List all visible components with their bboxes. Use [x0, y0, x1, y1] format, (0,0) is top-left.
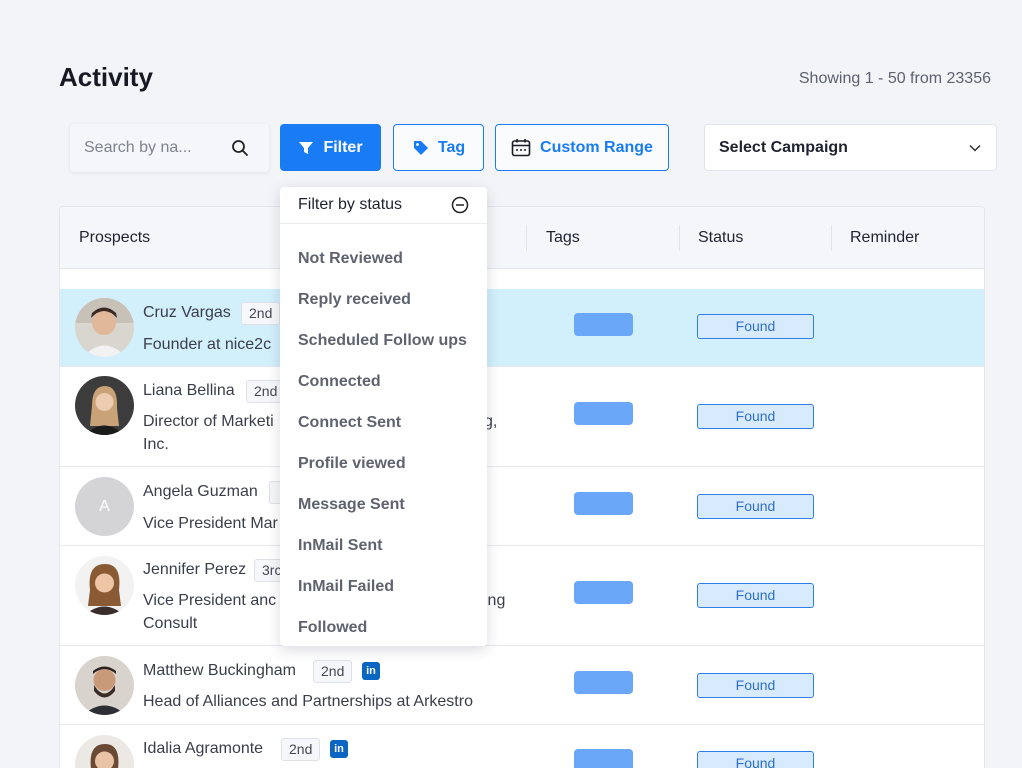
table-header: Prospects Tags Status Reminder — [60, 207, 984, 269]
custom-range-label: Custom Range — [540, 138, 653, 156]
connection-degree-badge: 2nd — [241, 302, 281, 325]
dropdown-header: Filter by status — [280, 187, 487, 224]
connection-degree-badge: 3rc — [254, 559, 282, 582]
filter-button[interactable]: Filter — [280, 124, 381, 171]
filter-button-label: Filter — [323, 138, 363, 156]
pagination-summary: Showing 1 - 50 from 23356 — [798, 70, 991, 87]
status-badge: Found — [697, 494, 814, 519]
table-row[interactable]: Liana Bellina 2nd Director of Marketi In… — [60, 367, 984, 467]
tag-pill[interactable] — [574, 402, 633, 425]
prospect-name[interactable]: Cruz Vargas — [143, 304, 231, 322]
status-badge: Found — [697, 314, 814, 339]
status-badge: Found — [697, 583, 814, 608]
campaign-select-label: Select Campaign — [719, 138, 848, 156]
column-header-reminder[interactable]: Reminder — [850, 229, 919, 247]
connection-degree-badge: 2nd — [313, 660, 353, 683]
prospect-title-overflow: ing — [484, 592, 506, 609]
table-row[interactable]: Idalia Agramonte 2nd in Found — [60, 725, 984, 768]
avatar — [75, 656, 134, 715]
filter-option-connected[interactable]: Connected — [298, 373, 381, 391]
chevron-down-icon — [969, 144, 981, 152]
campaign-select[interactable]: Select Campaign — [704, 124, 997, 171]
prospect-name[interactable]: Matthew Buckingham — [143, 662, 296, 680]
search-input[interactable] — [84, 139, 224, 157]
status-badge: Found — [697, 751, 814, 768]
filter-option-inmail-failed[interactable]: InMail Failed — [298, 578, 394, 596]
avatar — [75, 376, 134, 435]
prospect-title: Director of Marketi — [143, 413, 274, 430]
filter-option-not-reviewed[interactable]: Not Reviewed — [298, 250, 403, 268]
prospect-title-line-2: Inc. — [143, 436, 169, 453]
tag-pill[interactable] — [574, 492, 633, 515]
filter-option-scheduled-follow-ups[interactable]: Scheduled Follow ups — [298, 332, 467, 350]
filter-option-reply-received[interactable]: Reply received — [298, 291, 411, 309]
custom-range-button[interactable]: Custom Range — [495, 124, 669, 171]
filter-option-profile-viewed[interactable]: Profile viewed — [298, 455, 406, 473]
prospect-name[interactable]: Idalia Agramonte — [143, 740, 263, 758]
prospect-title: Head of Alliances and Partnerships at Ar… — [143, 693, 473, 710]
column-header-status[interactable]: Status — [698, 229, 743, 247]
connection-degree-badge: 2nd — [281, 738, 321, 761]
status-badge: Found — [697, 404, 814, 429]
avatar — [75, 556, 134, 615]
filter-status-dropdown: Filter by status Not Reviewed Reply rece… — [280, 187, 487, 646]
search-box[interactable] — [70, 124, 269, 172]
table-row[interactable]: A Angela Guzman Vice President Mar Found — [60, 467, 984, 546]
column-header-tags[interactable]: Tags — [546, 229, 580, 247]
prospect-title-line-2: Consult — [143, 615, 198, 632]
prospect-title: Vice President anc — [143, 592, 277, 609]
tag-button-label: Tag — [437, 138, 466, 156]
prospect-name[interactable]: Jennifer Perez — [143, 561, 246, 579]
column-header-prospects[interactable]: Prospects — [79, 229, 150, 247]
prospect-name[interactable]: Angela Guzman — [143, 483, 258, 501]
prospect-title: Vice President Mar — [143, 515, 278, 532]
tag-pill[interactable] — [574, 749, 633, 768]
table-row[interactable]: Cruz Vargas 2nd Founder at nice2c Found — [60, 289, 984, 367]
activity-table: Prospects Tags Status Reminder Cruz Varg… — [59, 206, 985, 768]
tag-pill[interactable] — [574, 581, 633, 604]
column-divider — [831, 225, 832, 251]
filter-option-connect-sent[interactable]: Connect Sent — [298, 414, 401, 432]
filter-option-followed[interactable]: Followed — [298, 619, 367, 637]
status-badge: Found — [697, 673, 814, 698]
filter-option-message-sent[interactable]: Message Sent — [298, 496, 405, 514]
prospect-title: Founder at nice2c — [143, 336, 272, 353]
tag-pill[interactable] — [574, 313, 633, 336]
linkedin-icon[interactable]: in — [330, 740, 348, 758]
table-row[interactable]: Jennifer Perez 3rc Vice President anc Co… — [60, 546, 984, 646]
filter-option-inmail-sent[interactable]: InMail Sent — [298, 537, 382, 555]
calendar-icon — [511, 139, 531, 157]
avatar — [75, 298, 134, 357]
tag-pill[interactable] — [574, 671, 633, 694]
linkedin-icon[interactable]: in — [362, 662, 380, 680]
collapse-minus-icon[interactable] — [451, 196, 469, 214]
search-icon[interactable] — [231, 139, 249, 157]
page-title: Activity — [59, 62, 153, 92]
tag-button[interactable]: Tag — [393, 124, 484, 171]
avatar — [75, 735, 134, 768]
dropdown-header-label: Filter by status — [298, 196, 403, 213]
column-divider — [526, 225, 527, 251]
filter-icon — [299, 141, 314, 154]
avatar: A — [75, 477, 134, 536]
tag-icon — [413, 141, 428, 155]
table-row[interactable]: Matthew Buckingham 2nd in Head of Allian… — [60, 646, 984, 725]
column-divider — [679, 225, 680, 251]
prospect-name[interactable]: Liana Bellina — [143, 382, 235, 400]
